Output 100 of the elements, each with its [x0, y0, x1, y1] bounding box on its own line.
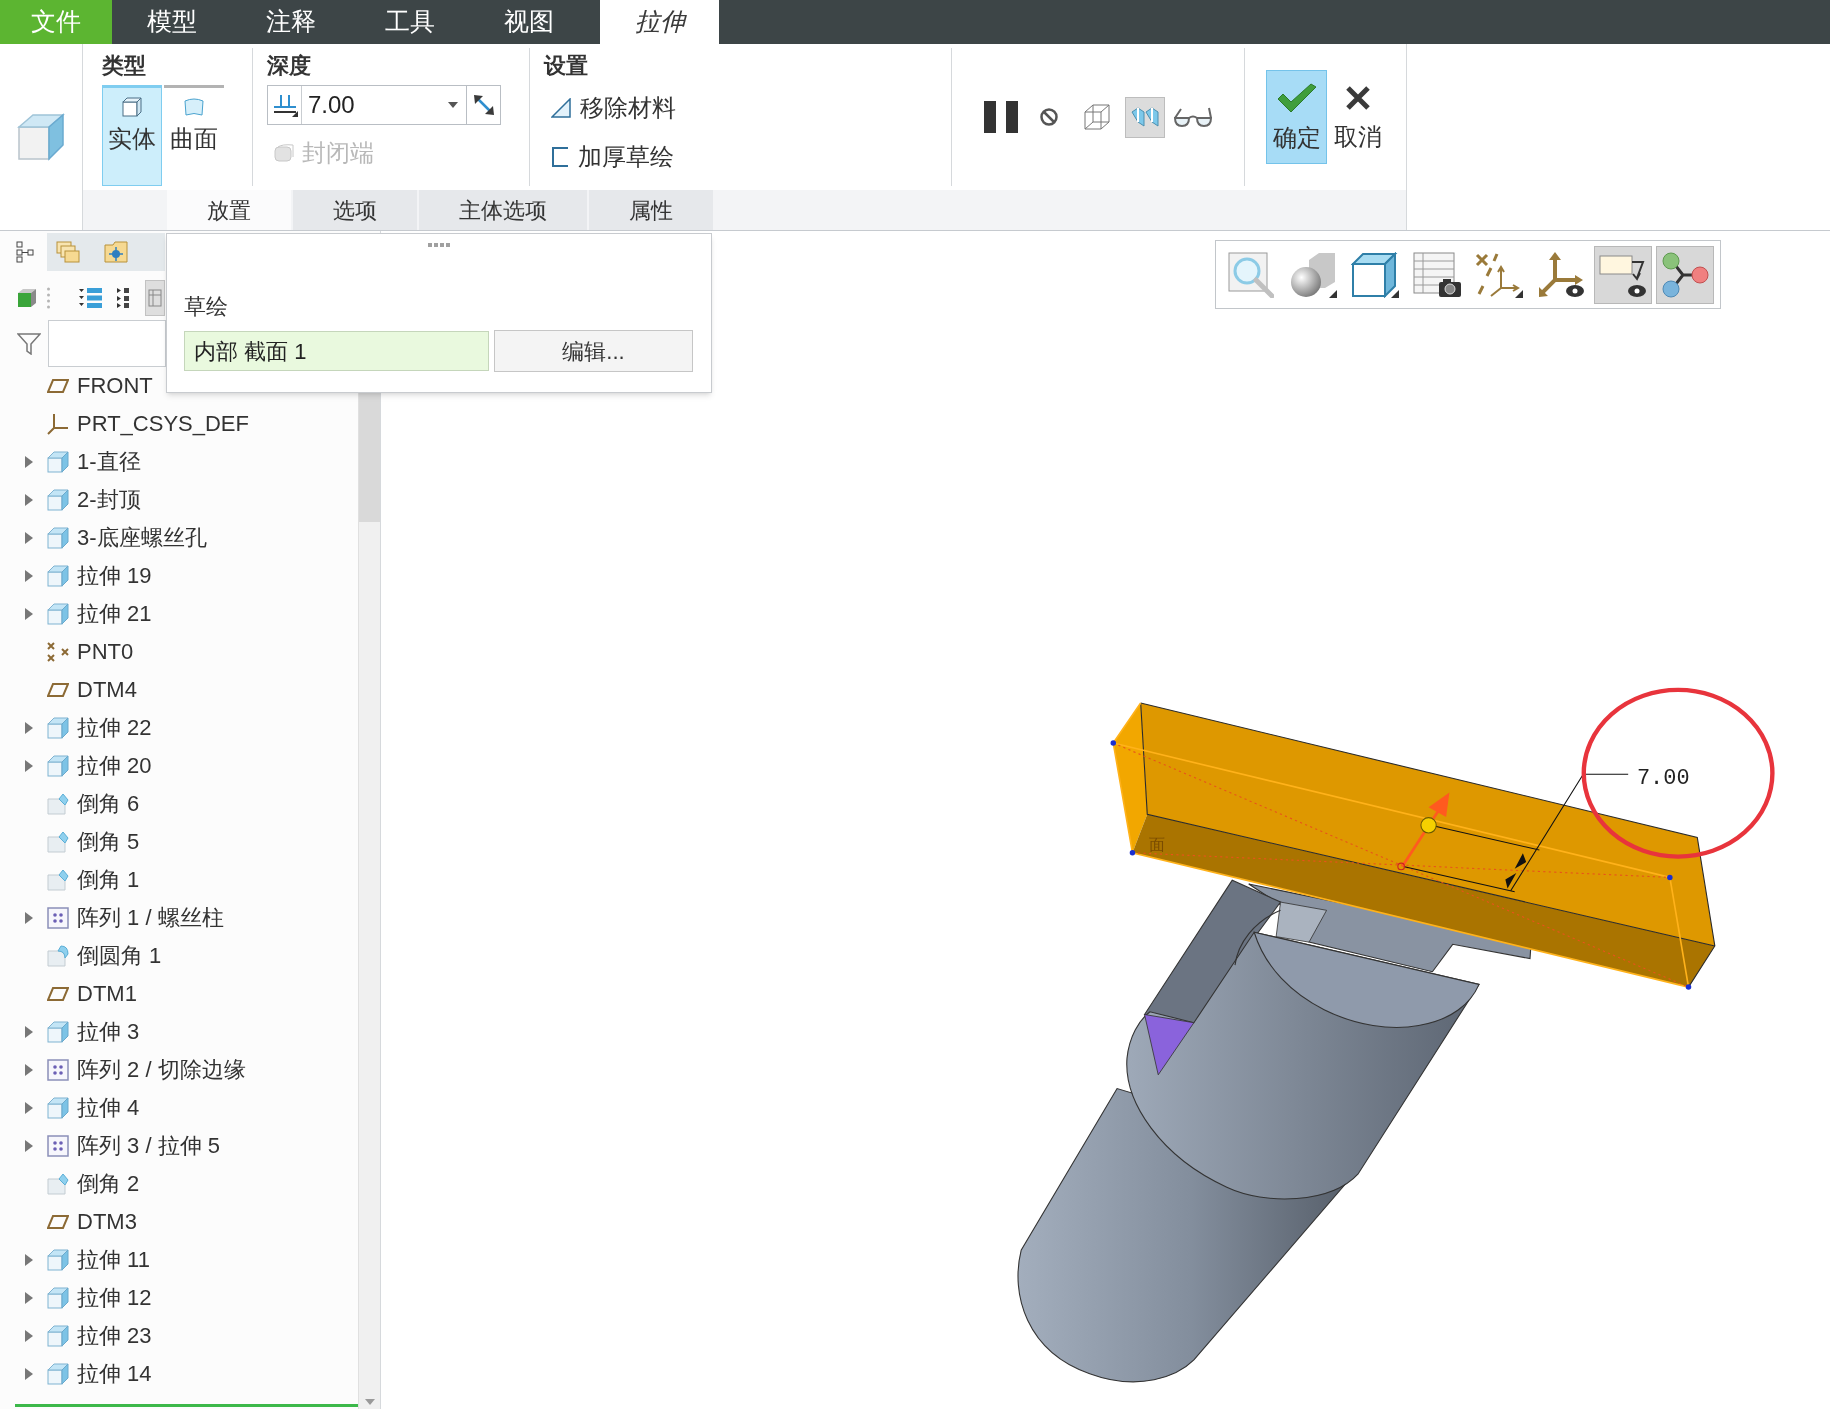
tree-item[interactable]: 1-直径 — [77, 447, 141, 477]
chamfer-icon — [47, 831, 69, 853]
list-icon — [117, 287, 130, 309]
cube-icon — [47, 489, 69, 511]
tree-item[interactable]: 3-底座螺丝孔 — [77, 523, 207, 553]
expand-arrow-icon[interactable] — [25, 494, 33, 506]
collapse-list-button[interactable] — [117, 287, 130, 309]
expand-arrow-icon[interactable] — [25, 1064, 33, 1076]
tree-item[interactable]: 拉伸 20 — [77, 751, 152, 781]
wireframe-cube-icon — [1083, 104, 1111, 130]
expand-arrow-icon[interactable] — [25, 532, 33, 544]
panel-tab[interactable]: 属性 — [589, 190, 713, 230]
menu-tab[interactable]: 拉伸 — [600, 0, 719, 44]
tree-item[interactable]: DTM1 — [77, 979, 137, 1009]
scrollbar[interactable] — [358, 392, 380, 1409]
scroll-thumb[interactable] — [359, 392, 380, 522]
setting-option[interactable]: 加厚草绘 — [544, 141, 674, 173]
magnifier-icon — [1228, 251, 1274, 298]
filter-field[interactable] — [48, 320, 166, 367]
expand-arrow-icon[interactable] — [25, 1102, 33, 1114]
tree-item[interactable]: PNT0 — [77, 637, 134, 667]
expand-arrow-icon[interactable] — [25, 1368, 33, 1380]
type-toggle[interactable]: 曲面 — [164, 85, 224, 186]
expand-arrow-icon[interactable] — [25, 912, 33, 924]
tree-item[interactable]: 阵列 2 / 切除边缘 — [77, 1055, 246, 1085]
expand-arrow-icon[interactable] — [25, 1292, 33, 1304]
tree-item[interactable]: 倒角 2 — [77, 1169, 140, 1199]
expand-arrow-icon[interactable] — [25, 722, 33, 734]
tree-item[interactable]: 拉伸 12 — [77, 1283, 152, 1313]
model-tree-button[interactable] — [16, 241, 34, 263]
view-tool-button[interactable] — [1594, 245, 1652, 304]
axes-eye-icon — [1537, 251, 1585, 298]
flip-direction-button[interactable] — [467, 85, 501, 125]
dot-grid-icon — [47, 907, 69, 929]
tree-item[interactable]: FRONT — [77, 371, 153, 401]
expand-arrow-icon[interactable] — [25, 1330, 33, 1342]
expand-arrow-icon[interactable] — [25, 1140, 33, 1152]
tree-item[interactable]: 拉伸 3 — [77, 1017, 140, 1047]
chamfer-icon — [47, 793, 69, 815]
cube-icon — [47, 1249, 69, 1271]
expand-list-button[interactable] — [79, 287, 103, 309]
round-edge-icon — [47, 945, 69, 967]
menu-tab[interactable]: 工具 — [350, 0, 469, 44]
tree-item[interactable]: 拉伸 19 — [77, 561, 152, 591]
settings-folder-button[interactable] — [104, 241, 128, 263]
expand-arrow-icon[interactable] — [25, 608, 33, 620]
cube-icon — [47, 755, 69, 777]
tree-item[interactable]: 拉伸 21 — [77, 599, 152, 629]
panel-tab[interactable]: 主体选项 — [419, 190, 587, 230]
edit-button[interactable]: 编辑... — [494, 330, 693, 372]
panel-tab[interactable]: 选项 — [293, 190, 417, 230]
tree-item[interactable]: PRT_CSYS_DEF — [77, 409, 249, 439]
tree-item[interactable]: 拉伸 11 — [77, 1245, 150, 1275]
expand-arrow-icon[interactable] — [25, 760, 33, 772]
expand-arrow-icon[interactable] — [25, 1026, 33, 1038]
tree-item[interactable]: 阵列 3 / 拉伸 5 — [77, 1131, 221, 1161]
folders-icon — [56, 241, 80, 263]
tree-item[interactable]: 阵列 1 / 螺丝柱 — [77, 903, 224, 933]
tree-item[interactable]: 拉伸 14 — [77, 1359, 152, 1389]
tree-item[interactable]: 拉伸 22 — [77, 713, 152, 743]
dropdown-caret-icon — [448, 102, 458, 108]
tree-item[interactable]: DTM3 — [77, 1207, 137, 1237]
menu-tab[interactable]: 模型 — [112, 0, 231, 44]
chamfer-icon — [47, 869, 69, 891]
tree-nodes-icon — [16, 241, 34, 263]
cube-icon — [47, 527, 69, 549]
confirm-button[interactable]: 确定 — [1266, 70, 1327, 164]
tree-item[interactable]: 倒圆角 1 — [77, 941, 162, 971]
group-title: 深度 — [267, 52, 311, 80]
drag-handle-icon[interactable] — [1420, 817, 1437, 834]
tree-item[interactable]: DTM4 — [77, 675, 137, 705]
close-icon — [1345, 86, 1371, 110]
tree-item[interactable]: 拉伸 4 — [77, 1093, 140, 1123]
view-tool-button[interactable] — [1656, 245, 1714, 304]
direction-arrow-icon[interactable] — [1397, 792, 1450, 871]
sketch-field[interactable]: 内部 截面 1 — [184, 331, 489, 371]
expand-arrow-icon[interactable] — [25, 1254, 33, 1266]
depth-dropdown[interactable]: 7.00 — [267, 85, 467, 125]
tree-item[interactable]: 倒角 5 — [77, 827, 140, 857]
type-toggle[interactable]: 实体 — [102, 85, 162, 186]
tree-item[interactable]: 拉伸 23 — [77, 1321, 152, 1351]
tree-item[interactable]: 倒角 6 — [77, 789, 140, 819]
panel-tab[interactable]: 放置 — [167, 190, 291, 230]
cube-icon — [47, 603, 69, 625]
cancel-button[interactable]: 取消 — [1332, 70, 1384, 164]
datum-plane-icon — [47, 683, 69, 697]
cubes-icon — [1131, 107, 1159, 127]
datum-plane-icon — [47, 1215, 69, 1229]
expand-arrow-icon[interactable] — [25, 456, 33, 468]
tree-item[interactable]: 2-封顶 — [77, 485, 141, 515]
setting-option[interactable]: 移除材料 — [544, 92, 676, 124]
tree-item[interactable]: 倒角 1 — [77, 865, 140, 895]
expand-arrow-icon[interactable] — [25, 570, 33, 582]
grip-icon — [428, 243, 450, 247]
menu-tab[interactable]: 注释 — [231, 0, 350, 44]
dimension-value[interactable]: 7.00 — [1636, 766, 1690, 792]
scroll-down-arrow-icon[interactable] — [364, 1399, 375, 1405]
menu-tab[interactable]: 视图 — [469, 0, 588, 44]
glasses-icon — [1173, 106, 1213, 128]
datum-plane-icon — [47, 379, 69, 393]
